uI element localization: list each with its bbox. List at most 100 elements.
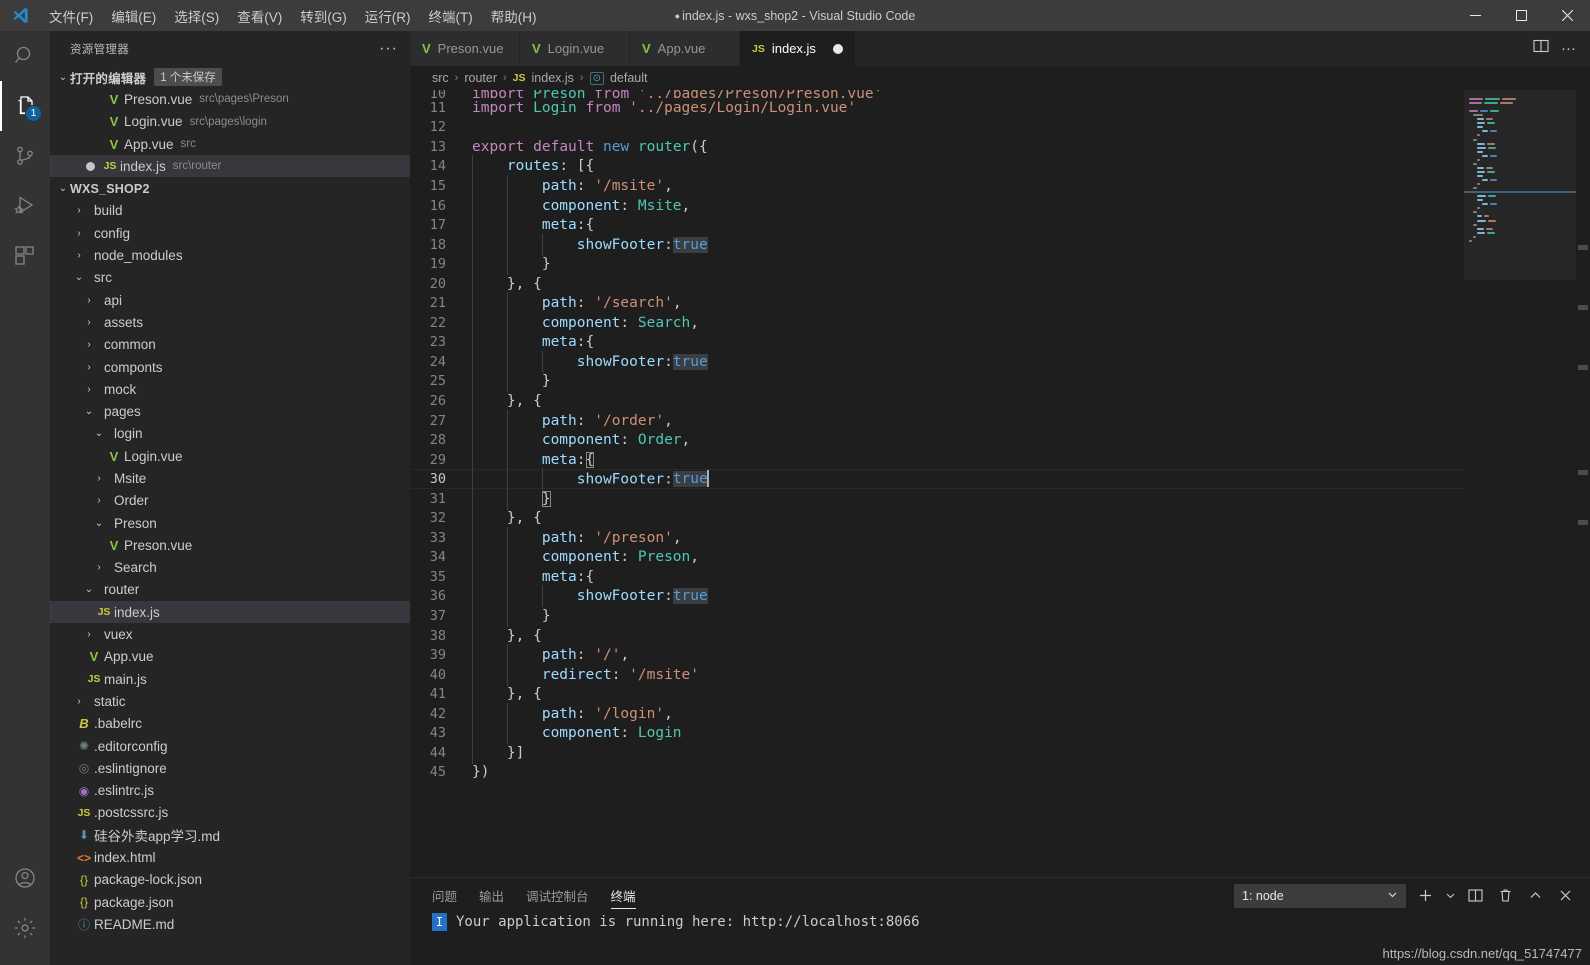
tree-item-preson-vue[interactable]: V Preson.vue [50, 534, 410, 556]
code-line[interactable]: 21 path: '/search', [410, 292, 1464, 315]
tree-item-babelrc[interactable]: B .babelrc [50, 713, 410, 735]
run-debug-icon[interactable] [0, 181, 50, 231]
tree-item-login-vue[interactable]: V Login.vue [50, 445, 410, 467]
breadcrumb-index-js[interactable]: index.js [532, 71, 574, 85]
search-icon[interactable] [0, 31, 50, 81]
panel-tab-problems[interactable]: 问题 [432, 878, 457, 913]
code-line[interactable]: 18 showFooter:true [410, 233, 1464, 256]
tree-item-api[interactable]: › api [50, 289, 410, 311]
kill-terminal-button[interactable] [1494, 885, 1516, 907]
terminal-selector-dropdown[interactable]: 1: node [1234, 883, 1406, 908]
code-line[interactable]: 44 }] [410, 741, 1464, 764]
code-line[interactable]: 25 } [410, 370, 1464, 393]
tree-item-node-modules[interactable]: › node_modules [50, 244, 410, 266]
tree-item-assets[interactable]: › assets [50, 311, 410, 333]
terminal-body[interactable]: I Your application is running here: http… [410, 913, 1590, 965]
tree-item-postcssrc-js[interactable]: JS .postcssrc.js [50, 802, 410, 824]
tree-item-router[interactable]: ⌄ router [50, 579, 410, 601]
tree-item-package-json[interactable]: {} package.json [50, 891, 410, 913]
tree-item-order[interactable]: › Order [50, 490, 410, 512]
tab-dirty-indicator-icon[interactable] [832, 43, 843, 54]
editor-more-actions-icon[interactable]: ··· [1561, 41, 1576, 56]
tree-item-app-vue[interactable]: V App.vue [50, 646, 410, 668]
code-line[interactable]: 10 import Preson from '../pages/Preson/P… [410, 90, 1464, 98]
menu-go[interactable]: 转到(G) [291, 0, 356, 31]
menu-run[interactable]: 运行(R) [356, 0, 420, 31]
tree-item-main-js[interactable]: JS main.js [50, 668, 410, 690]
extensions-icon[interactable] [0, 231, 50, 281]
code-line[interactable]: 43 component: Login [410, 722, 1464, 745]
open-editors-section-header[interactable]: ⌄ 打开的编辑器 1 个未保存 [50, 66, 410, 88]
tab-preson-vue[interactable]: V Preson.vue [410, 31, 520, 66]
tab-index-js[interactable]: JS index.js [740, 31, 856, 66]
tree-item-editorconfig[interactable]: ✺ .editorconfig [50, 735, 410, 757]
code-line[interactable]: 34 component: Preson, [410, 546, 1464, 569]
open-editor-item[interactable]: V Login.vue src\pages\login [50, 111, 410, 133]
menu-selection[interactable]: 选择(S) [165, 0, 228, 31]
account-icon[interactable] [0, 853, 50, 903]
terminal-dropdown-chevron-icon[interactable] [1444, 885, 1456, 907]
tree-item-vuex[interactable]: › vuex [50, 623, 410, 645]
code-line[interactable]: 15 path: '/msite', [410, 174, 1464, 197]
maximize-panel-button[interactable] [1524, 885, 1546, 907]
tree-item-componts[interactable]: › componts [50, 356, 410, 378]
minimap[interactable] [1464, 90, 1576, 877]
code-line[interactable]: 33 path: '/preson', [410, 526, 1464, 549]
tree-item-build[interactable]: › build [50, 200, 410, 222]
menu-help[interactable]: 帮助(H) [482, 0, 546, 31]
tree-item-markdown-notes[interactable]: ⬇ 硅谷外卖app学习.md [50, 824, 410, 846]
code-line[interactable]: 42 path: '/login', [410, 702, 1464, 725]
code-line-current[interactable]: 30 showFooter:true [410, 468, 1464, 491]
code-line[interactable]: 38 }, { [410, 624, 1464, 647]
tree-item-login-folder[interactable]: ⌄ login [50, 423, 410, 445]
code-line[interactable]: 37 } [410, 604, 1464, 627]
tree-item-src[interactable]: ⌄ src [50, 267, 410, 289]
breadcrumb-src[interactable]: src [432, 71, 449, 85]
sidebar-more-icon[interactable]: ··· [379, 40, 398, 56]
tree-item-pages[interactable]: ⌄ pages [50, 400, 410, 422]
code-line[interactable]: 16 component: Msite, [410, 194, 1464, 217]
open-editor-item[interactable]: V Preson.vue src\pages\Preson [50, 88, 410, 110]
code-line[interactable]: 29 meta:{ [410, 448, 1464, 471]
code-line[interactable]: 32 }, { [410, 507, 1464, 530]
editor-scrollbar[interactable] [1576, 90, 1590, 877]
open-editor-item[interactable]: V App.vue src [50, 133, 410, 155]
code-line[interactable]: 41 }, { [410, 683, 1464, 706]
minimize-button[interactable] [1452, 0, 1498, 31]
tab-app-vue[interactable]: V App.vue [630, 31, 740, 66]
panel-tab-debug-console[interactable]: 调试控制台 [526, 878, 589, 913]
tree-item-search[interactable]: › Search [50, 557, 410, 579]
new-terminal-button[interactable] [1414, 885, 1436, 907]
tab-login-vue[interactable]: V Login.vue [520, 31, 630, 66]
file-tree[interactable]: ⌄ 打开的编辑器 1 个未保存 V Preson.vue src\pages\P… [50, 66, 410, 965]
open-editor-item-active[interactable]: JS index.js src\router [50, 155, 410, 178]
code-line[interactable]: 23 meta:{ [410, 331, 1464, 354]
code-line[interactable]: 24 showFooter:true [410, 350, 1464, 373]
menu-bar[interactable]: 文件(F) 编辑(E) 选择(S) 查看(V) 转到(G) 运行(R) 终端(T… [40, 0, 546, 31]
source-control-icon[interactable] [0, 131, 50, 181]
code-line[interactable]: 17 meta:{ [410, 214, 1464, 237]
tree-item-static[interactable]: › static [50, 690, 410, 712]
tree-item-msite[interactable]: › Msite [50, 467, 410, 489]
unsaved-dot-icon[interactable] [80, 161, 100, 171]
menu-edit[interactable]: 编辑(E) [102, 0, 165, 31]
code-line[interactable]: 12 [410, 118, 1464, 138]
code-line[interactable]: 28 component: Order, [410, 429, 1464, 452]
menu-view[interactable]: 查看(V) [228, 0, 291, 31]
code-line[interactable]: 22 component: Search, [410, 311, 1464, 334]
panel-tab-terminal[interactable]: 终端 [610, 878, 636, 913]
project-root-header[interactable]: ⌄ WXS_SHOP2 [50, 177, 410, 199]
split-terminal-button[interactable] [1464, 885, 1486, 907]
tree-item-package-lock-json[interactable]: {} package-lock.json [50, 869, 410, 891]
settings-gear-icon[interactable] [0, 903, 50, 953]
tree-item-index-html[interactable]: <> index.html [50, 846, 410, 868]
close-button[interactable] [1544, 0, 1590, 31]
code-line[interactable]: 13 export default new router({ [410, 137, 1464, 157]
tree-item-preson-folder[interactable]: ⌄ Preson [50, 512, 410, 534]
tree-item-eslintignore[interactable]: ◎ .eslintignore [50, 757, 410, 779]
tree-item-common[interactable]: › common [50, 334, 410, 356]
breadcrumb-default-symbol[interactable]: default [610, 71, 648, 85]
code-line[interactable]: 11 import Login from '../pages/Login/Log… [410, 98, 1464, 118]
code-line[interactable]: 26 }, { [410, 389, 1464, 412]
code-editor[interactable]: 10 import Preson from '../pages/Preson/P… [410, 90, 1464, 877]
